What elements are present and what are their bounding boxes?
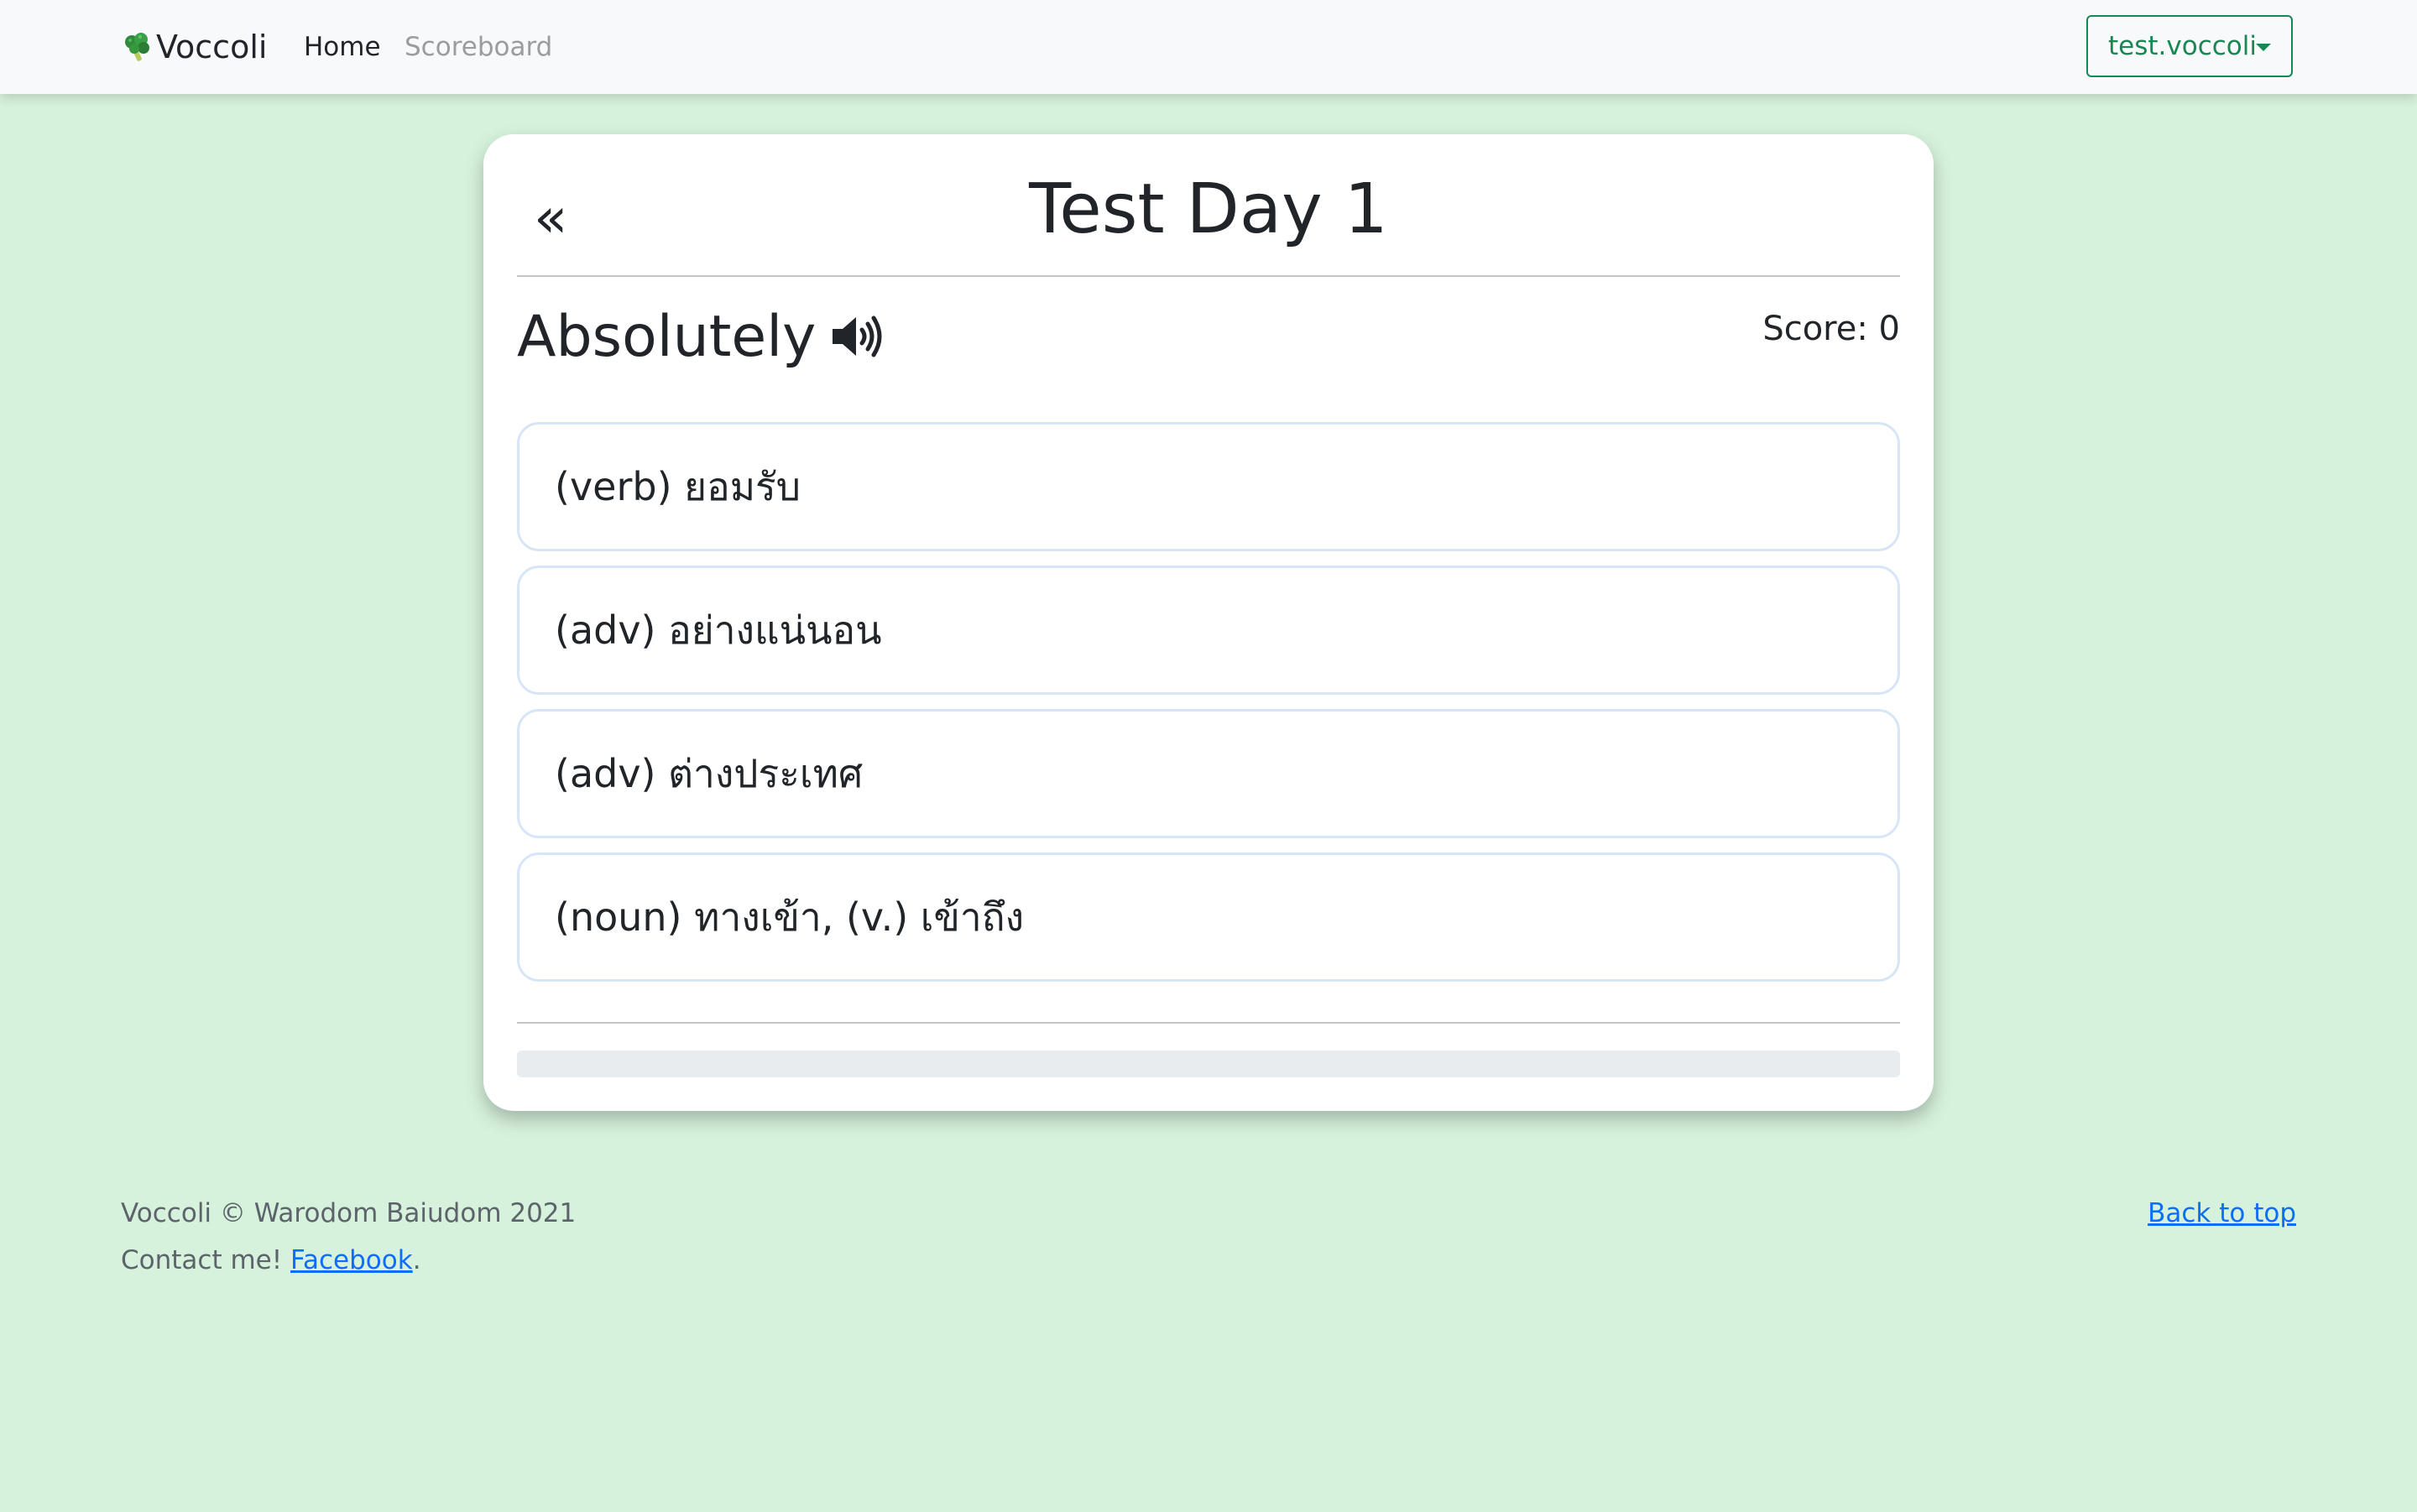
nav-home[interactable]: Home [304, 23, 381, 70]
speaker-icon[interactable] [829, 313, 883, 360]
footer-contact: Contact me! Facebook. [121, 1242, 421, 1279]
contact-prefix: Contact me! [121, 1245, 291, 1275]
vocab-word-text: Absolutely [517, 303, 817, 370]
page-title: Test Day 1 [1029, 169, 1388, 249]
user-menu-button[interactable]: test.voccoli [2086, 15, 2293, 77]
divider [517, 275, 1900, 277]
answer-option[interactable]: (adv) ต่างประเทศ [517, 709, 1900, 838]
brand-name: Voccoli [156, 29, 268, 65]
footer-copyright: Voccoli © Warodom Baiudom 2021 [121, 1198, 577, 1228]
facebook-link[interactable]: Facebook [290, 1245, 413, 1275]
answer-option-label: (verb) ยอมรับ [555, 463, 801, 509]
navbar: Voccoli Home Scoreboard test.voccoli [0, 0, 2417, 94]
answer-option[interactable]: (noun) ทางเข้า, (v.) เข้าถึง [517, 852, 1900, 982]
broccoli-icon [125, 33, 149, 61]
answer-option[interactable]: (adv) อย่างแน่นอน [517, 566, 1900, 695]
contact-suffix: . [412, 1245, 421, 1275]
user-menu-label: test.voccoli [2108, 31, 2257, 61]
brand-logo[interactable]: Voccoli [121, 23, 267, 70]
progress-bar [517, 1051, 1900, 1077]
vocab-word: Absolutely [517, 299, 883, 374]
answer-option-label: (noun) ทางเข้า, (v.) เข้าถึง [555, 894, 1025, 940]
quiz-card: « Test Day 1 Absolutely Score: 0 (verb) … [483, 134, 1934, 1111]
nav-scoreboard[interactable]: Scoreboard [405, 23, 552, 70]
score-display: Score: 0 [1762, 310, 1900, 348]
answer-option-label: (adv) ต่างประเทศ [555, 750, 864, 796]
divider [517, 1022, 1900, 1024]
answer-option[interactable]: (verb) ยอมรับ [517, 422, 1900, 551]
caret-down-icon [2256, 44, 2271, 51]
back-to-top-link[interactable]: Back to top [2148, 1195, 2296, 1232]
answer-option-label: (adv) อย่างแน่นอน [555, 607, 882, 653]
